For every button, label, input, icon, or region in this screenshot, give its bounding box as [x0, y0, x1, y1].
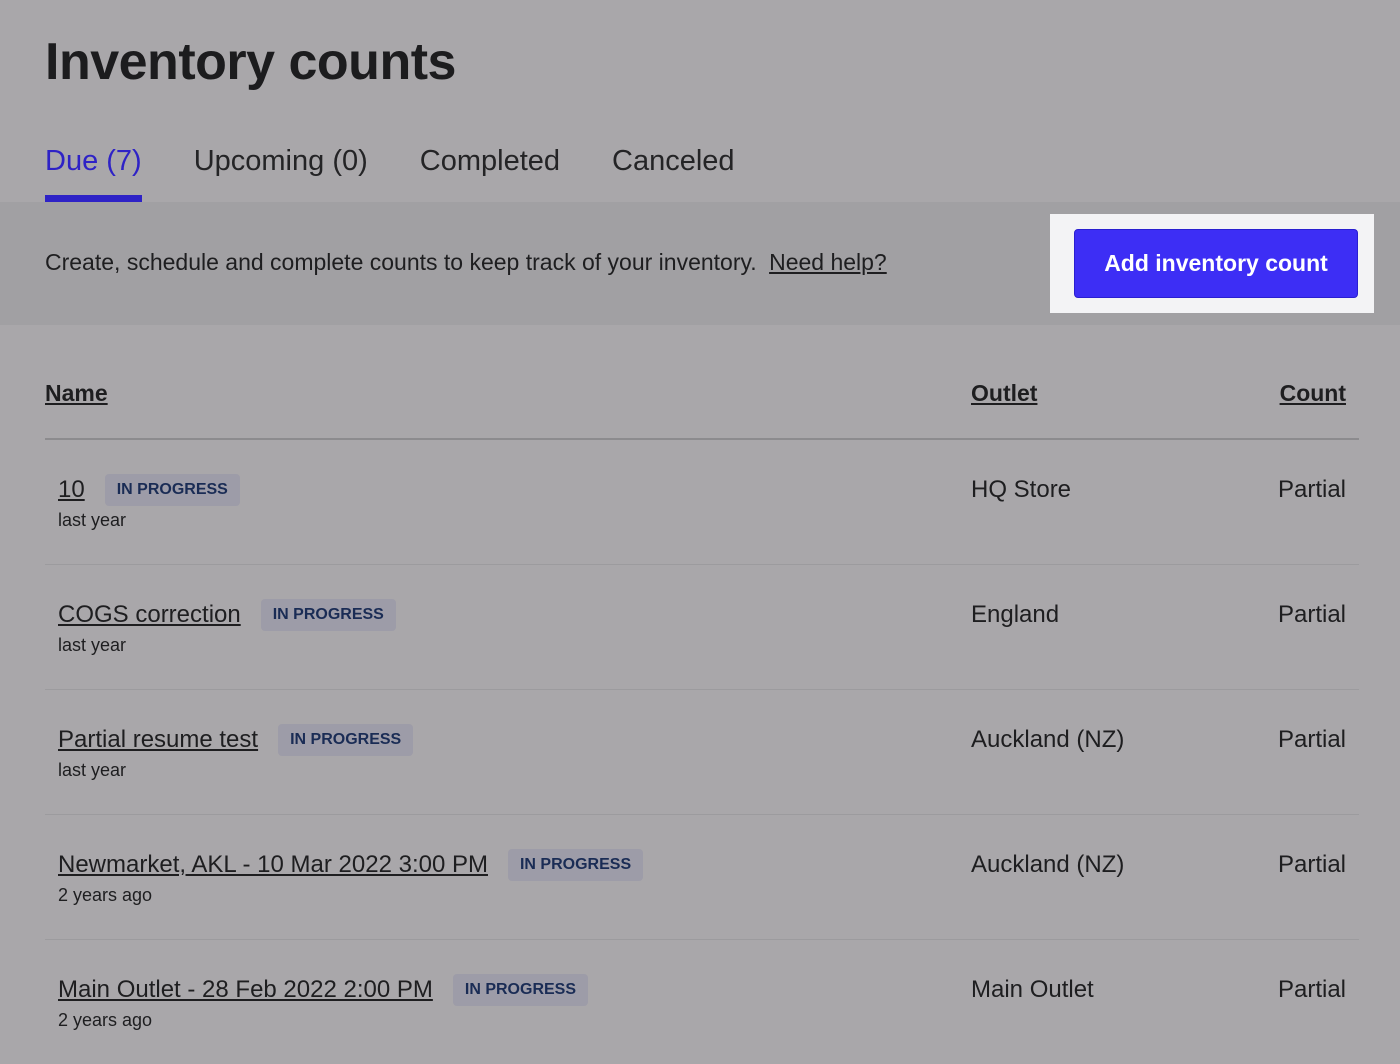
count-name-link[interactable]: Newmarket, AKL - 10 Mar 2022 3:00 PM — [58, 851, 488, 878]
info-banner: Create, schedule and complete counts to … — [0, 202, 1400, 325]
row-count-type: Partial — [1277, 726, 1346, 753]
row-name-line: 10 IN PROGRESS — [58, 473, 240, 509]
row-timestamp: last year — [58, 510, 127, 530]
count-name-link[interactable]: COGS correction — [58, 601, 241, 628]
row-name-line: Partial resume test IN PROGRESS — [58, 723, 414, 759]
count-name-link[interactable]: 10 — [58, 476, 85, 503]
status-badge: IN PROGRESS — [452, 973, 589, 1006]
table-row: Main Outlet - 28 Feb 2022 2:00 PM IN PROG… — [45, 940, 1359, 1064]
row-name-line: Main Outlet - 28 Feb 2022 2:00 PM IN PROG… — [58, 973, 589, 1009]
need-help-link[interactable]: Need help? — [769, 249, 887, 275]
row-outlet: Auckland (NZ) — [971, 851, 1125, 878]
row-name-line: COGS correction IN PROGRESS — [58, 598, 396, 634]
row-timestamp: last year — [58, 635, 127, 655]
status-badge: IN PROGRESS — [104, 473, 240, 506]
column-header-count[interactable]: Count — [1280, 380, 1346, 407]
add-button-highlight: Add inventory count — [1050, 214, 1374, 313]
count-name-link[interactable]: Main Outlet - 28 Feb 2022 2:00 PM — [58, 976, 433, 1003]
table-row: Newmarket, AKL - 10 Mar 2022 3:00 PM IN P… — [45, 815, 1359, 940]
row-outlet: HQ Store — [971, 476, 1072, 503]
row-outlet: England — [971, 601, 1060, 628]
row-outlet: Auckland (NZ) — [971, 726, 1125, 753]
inventory-table: Name Outlet Count 10 IN PROGRESS last yea… — [45, 360, 1359, 1064]
count-name-link[interactable]: Partial resume test — [58, 726, 258, 753]
row-timestamp: last year — [58, 760, 127, 780]
table-row: COGS correction IN PROGRESS last year Eng… — [45, 565, 1359, 690]
column-header-outlet[interactable]: Outlet — [971, 380, 1037, 407]
page-title: Inventory counts — [45, 33, 456, 91]
row-outlet: Main Outlet — [971, 976, 1094, 1003]
row-timestamp: 2 years ago — [58, 1010, 153, 1030]
row-count-type: Partial — [1277, 476, 1346, 503]
banner-description: Create, schedule and complete counts to … — [45, 249, 757, 275]
tab-completed[interactable]: Completed — [420, 142, 560, 202]
table-header: Name Outlet Count — [45, 360, 1359, 440]
add-inventory-count-button[interactable]: Add inventory count — [1074, 229, 1358, 298]
tab-canceled[interactable]: Canceled — [612, 142, 735, 202]
row-count-type: Partial — [1277, 601, 1346, 628]
row-count-type: Partial — [1277, 851, 1346, 878]
banner-text-line: Create, schedule and complete counts to … — [45, 249, 887, 276]
table-row: Partial resume test IN PROGRESS last year… — [45, 690, 1359, 815]
row-name-line: Newmarket, AKL - 10 Mar 2022 3:00 PM IN P… — [58, 848, 644, 884]
status-badge: IN PROGRESS — [260, 598, 396, 631]
status-badge: IN PROGRESS — [507, 848, 644, 881]
tab-upcoming[interactable]: Upcoming (0) — [194, 142, 368, 202]
row-count-type: Partial — [1277, 976, 1346, 1003]
tab-due[interactable]: Due (7) — [45, 142, 142, 202]
row-timestamp: 2 years ago — [58, 885, 153, 905]
table-row: 10 IN PROGRESS last year HQ Store Partial — [45, 440, 1359, 565]
column-header-name[interactable]: Name — [45, 380, 108, 407]
status-badge: IN PROGRESS — [278, 723, 414, 756]
tab-bar: Due (7) Upcoming (0) Completed Canceled — [45, 142, 787, 202]
